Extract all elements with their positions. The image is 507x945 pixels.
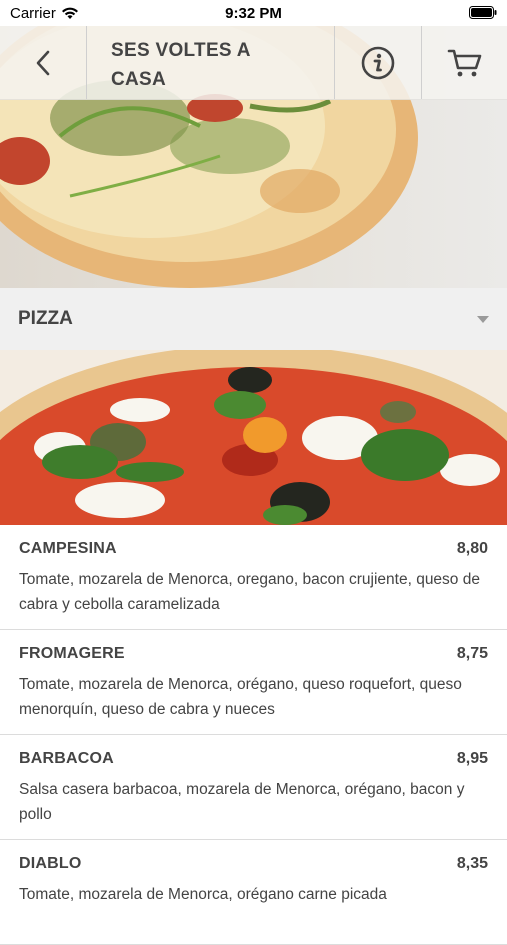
menu-item-price: 8,35 bbox=[456, 855, 488, 872]
menu-item-name: FROMAGERE bbox=[19, 645, 125, 662]
shopping-cart-icon bbox=[447, 49, 481, 76]
category-label: PIZZA bbox=[18, 308, 73, 329]
menu-item-description: Tomate, mozarela de Menorca, oregano, ba… bbox=[19, 571, 480, 613]
category-pizza-illustration bbox=[0, 350, 507, 525]
menu-item-name: BARBACOA bbox=[19, 750, 114, 767]
menu-item-description: Salsa casera barbacoa, mozarela de Menor… bbox=[19, 781, 465, 823]
menu-item[interactable]: FROMAGERE 8,75 Tomate, mozarela de Menor… bbox=[0, 630, 507, 735]
info-button[interactable] bbox=[334, 26, 421, 99]
top-navigation-bar: SES VOLTES A CASA bbox=[0, 26, 507, 100]
category-pizza-image bbox=[0, 350, 507, 525]
info-icon bbox=[361, 46, 395, 79]
menu-item-name: DIABLO bbox=[19, 855, 82, 872]
menu-item-price: 8,80 bbox=[456, 540, 488, 557]
restaurant-title: SES VOLTES A CASA bbox=[87, 26, 334, 99]
menu-item-description: Tomate, mozarela de Menorca, orégano car… bbox=[19, 886, 387, 903]
menu-item-price: 8,75 bbox=[456, 645, 488, 662]
menu-item[interactable]: DIABLO 8,35 Tomate, mozarela de Menorca,… bbox=[0, 840, 507, 945]
status-bar: Carrier 9:32 PM bbox=[0, 0, 507, 26]
restaurant-title-line1: SES VOLTES A bbox=[111, 40, 251, 61]
menu-item[interactable]: CAMPESINA 8,80 Tomate, mozarela de Menor… bbox=[0, 525, 507, 630]
caret-down-icon bbox=[477, 315, 489, 323]
menu-item[interactable]: BARBACOA 8,95 Salsa casera barbacoa, moz… bbox=[0, 735, 507, 840]
chevron-left-icon bbox=[36, 50, 50, 75]
restaurant-title-line2: CASA bbox=[111, 69, 167, 90]
menu-item-description: Tomate, mozarela de Menorca, orégano, qu… bbox=[19, 676, 462, 718]
category-dropdown[interactable]: PIZZA bbox=[0, 288, 507, 350]
menu-item-price: 8,95 bbox=[456, 750, 488, 767]
clock: 9:32 PM bbox=[225, 5, 282, 22]
menu-list: CAMPESINA 8,80 Tomate, mozarela de Menor… bbox=[0, 525, 507, 945]
cart-button[interactable] bbox=[421, 26, 507, 99]
menu-item-name: CAMPESINA bbox=[19, 540, 117, 557]
battery-icon bbox=[469, 6, 497, 19]
back-button[interactable] bbox=[0, 26, 87, 99]
